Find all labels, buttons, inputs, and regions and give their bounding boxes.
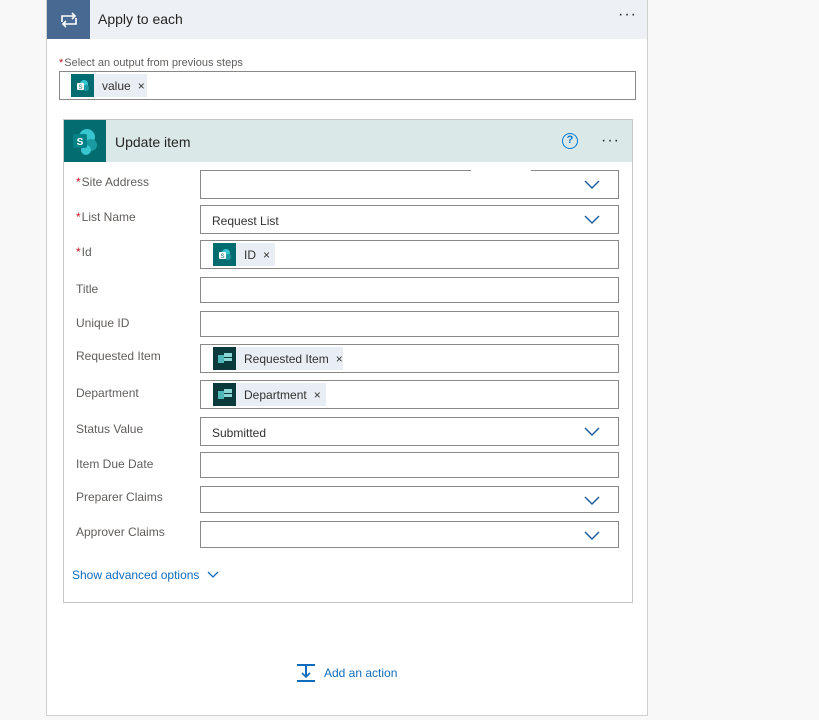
id-input[interactable]: S ID × <box>200 240 619 269</box>
loop-icon <box>47 0 90 39</box>
approver-claims-dropdown[interactable] <box>200 521 619 548</box>
remove-token-icon[interactable]: × <box>138 79 145 93</box>
add-an-action-button[interactable]: Add an action <box>296 663 397 683</box>
select-output-input[interactable]: S value × <box>59 71 636 100</box>
value-token-label: value <box>102 78 131 93</box>
requested-item-label: Requested Item <box>76 349 161 363</box>
select-output-label: *Select an output from previous steps <box>59 57 243 69</box>
department-label: Department <box>76 386 139 400</box>
sharepoint-icon: S <box>64 120 106 162</box>
unique-id-input[interactable] <box>200 311 619 337</box>
update-item-header[interactable]: S Update item ? ··· <box>64 120 632 162</box>
update-item-more-icon[interactable]: ··· <box>601 133 620 149</box>
chevron-down-icon[interactable] <box>584 496 600 506</box>
unique-id-label: Unique ID <box>76 316 130 330</box>
svg-text:S: S <box>220 254 224 260</box>
title-label: Title <box>76 282 99 296</box>
id-token: S ID × <box>213 243 275 266</box>
loop-title: Apply to each <box>98 11 183 27</box>
department-token-label: Department <box>244 387 307 402</box>
requested-item-token-label: Requested Item <box>244 351 329 366</box>
preparer-claims-label: Preparer Claims <box>76 490 163 504</box>
site-address-label: *Site Address <box>76 175 150 189</box>
sharepoint-icon: S <box>71 74 94 97</box>
requested-item-token: Requested Item × <box>213 347 343 370</box>
approver-claims-label: Approver Claims <box>76 525 165 539</box>
remove-token-icon[interactable]: × <box>314 388 321 402</box>
chevron-down-icon[interactable] <box>584 427 600 437</box>
item-due-date-label: Item Due Date <box>76 457 154 471</box>
svg-text:S: S <box>77 137 84 148</box>
department-input[interactable]: Department × <box>200 380 619 409</box>
list-name-label: *List Name <box>76 210 136 224</box>
forms-icon <box>213 383 236 406</box>
site-address-dropdown[interactable] <box>200 169 619 199</box>
svg-text:S: S <box>78 85 82 91</box>
apply-to-each-header[interactable]: Apply to each ··· <box>47 0 647 39</box>
list-name-value: Request List <box>212 214 279 228</box>
id-token-label: ID <box>244 247 256 262</box>
list-name-dropdown[interactable]: Request List <box>200 205 619 234</box>
chevron-down-icon[interactable] <box>584 180 600 190</box>
sharepoint-icon: S <box>213 243 236 266</box>
status-value: Submitted <box>212 426 267 440</box>
required-mark: * <box>59 57 64 69</box>
add-an-action-label: Add an action <box>324 666 398 680</box>
preparer-claims-dropdown[interactable] <box>200 486 619 513</box>
item-due-date-input[interactable] <box>200 452 619 478</box>
id-label: *Id <box>76 245 92 259</box>
help-icon[interactable]: ? <box>562 133 578 149</box>
field-border-gap <box>471 169 531 173</box>
remove-token-icon[interactable]: × <box>336 352 343 366</box>
chevron-down-icon[interactable] <box>584 215 600 225</box>
remove-token-icon[interactable]: × <box>263 248 270 262</box>
update-item-card: S Update item ? ··· *Site Address *List … <box>63 119 633 603</box>
status-value-dropdown[interactable]: Submitted <box>200 417 619 446</box>
loop-more-icon[interactable]: ··· <box>618 7 637 23</box>
chevron-down-icon[interactable] <box>584 531 600 541</box>
title-input[interactable] <box>200 277 619 303</box>
add-step-icon <box>297 664 315 682</box>
status-value-label: Status Value <box>76 422 144 436</box>
chevron-down-icon <box>207 571 219 578</box>
update-item-title: Update item <box>115 134 191 150</box>
value-token: S value × <box>71 74 147 97</box>
show-advanced-options-link[interactable]: Show advanced options <box>72 568 219 582</box>
department-token: Department × <box>213 383 326 406</box>
forms-icon <box>213 347 236 370</box>
apply-to-each-card: Apply to each ··· *Select an output from… <box>46 0 648 716</box>
requested-item-input[interactable]: Requested Item × <box>200 344 619 373</box>
